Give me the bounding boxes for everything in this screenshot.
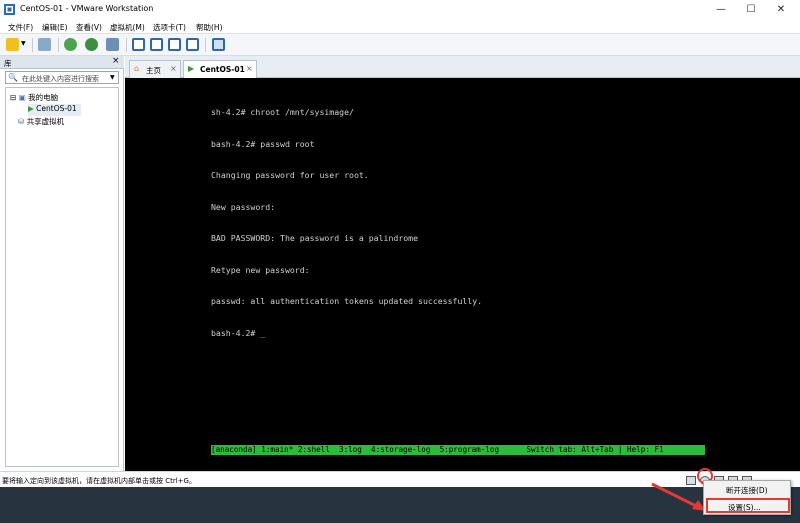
- vm-console[interactable]: sh-4.2# chroot /mnt/sysimage/ bash-4.2# …: [125, 78, 800, 471]
- home-icon: ⌂: [134, 64, 140, 73]
- menu-bar: 文件(F) 编辑(E) 查看(V) 虚拟机(M) 选项卡(T) 帮助(H): [0, 19, 800, 34]
- network-context-menu: 断开连接(D) 设置(S)...: [703, 480, 791, 515]
- snapshot-manager-icon[interactable]: [106, 38, 119, 51]
- settings-menu-item[interactable]: 设置(S)...: [706, 498, 790, 513]
- search-placeholder: 在此处键入内容进行搜索: [22, 75, 99, 83]
- title-bar: CentOS-01 - VMware Workstation — ☐ ✕: [0, 0, 800, 19]
- library-search-input[interactable]: 🔍 在此处键入内容进行搜索 ▼: [5, 71, 119, 84]
- computer-icon: ▣: [18, 93, 26, 102]
- menu-view[interactable]: 查看(V): [76, 22, 102, 33]
- collapse-icon[interactable]: ⊟: [10, 93, 16, 102]
- close-window-button[interactable]: ✕: [766, 0, 796, 19]
- terminal-line: sh-4.2# chroot /mnt/sysimage/: [211, 107, 354, 117]
- send-ctrl-alt-del-icon[interactable]: [38, 38, 51, 51]
- close-tab-icon[interactable]: ×: [246, 64, 253, 73]
- library-close-icon[interactable]: ×: [112, 56, 120, 66]
- disconnect-menu-item[interactable]: 断开连接(D): [706, 483, 790, 498]
- chevron-down-icon[interactable]: ▼: [110, 74, 115, 81]
- terminal-line: bash-4.2# _: [211, 327, 266, 338]
- tree-item-label: 共享虚拟机: [26, 117, 65, 126]
- terminal-output: sh-4.2# chroot /mnt/sysimage/ bash-4.2# …: [211, 86, 482, 359]
- toolbar: ▼: [0, 34, 800, 56]
- library-tree: ⊟ ▣ 我的电脑 ▶ CentOS-01 ⛁ 共享虚拟机: [5, 87, 119, 467]
- tab-bar: ⌂ 主页 × ▶ CentOS-01 ×: [125, 56, 800, 78]
- tree-item-label: CentOS-01: [36, 104, 77, 113]
- terminal-line: Changing password for user root.: [211, 170, 369, 180]
- show-library-icon[interactable]: [132, 38, 145, 51]
- tab-label: CentOS-01: [200, 65, 245, 74]
- status-message: 要将输入定向到该虚拟机，请在虚拟机内部单击或按 Ctrl+G。: [2, 477, 196, 485]
- menu-vm[interactable]: 虚拟机(M): [110, 22, 145, 33]
- library-panel: 库 × 🔍 在此处键入内容进行搜索 ▼ ⊟ ▣ 我的电脑 ▶ CentOS-01…: [0, 56, 124, 471]
- tab-centos[interactable]: ▶ CentOS-01 ×: [183, 60, 257, 78]
- power-dropdown-icon[interactable]: ▼: [21, 40, 26, 47]
- tree-item-my-computer[interactable]: ⊟ ▣ 我的电脑: [10, 92, 58, 104]
- menu-tabs[interactable]: 选项卡(T): [153, 22, 186, 33]
- thumbnail-bar-icon[interactable]: [150, 38, 163, 51]
- console-view-icon[interactable]: [212, 38, 225, 51]
- library-header: 库 ×: [0, 56, 124, 69]
- tmux-status-line: [anaconda] 1:main* 2:shell 3:log 4:stora…: [211, 445, 705, 455]
- terminal-line: bash-4.2# passwd root: [211, 138, 315, 149]
- tree-item-shared-vms[interactable]: ⛁ 共享虚拟机: [18, 116, 64, 128]
- terminal-line: Retype new password:: [211, 264, 310, 275]
- vm-running-icon: ▶: [188, 64, 195, 73]
- shared-vm-icon: ⛁: [18, 117, 25, 126]
- tab-label: 主页: [146, 66, 161, 75]
- terminal-line: New password:: [211, 201, 276, 212]
- power-icon[interactable]: [6, 38, 19, 51]
- terminal-line: BAD PASSWORD: The password is a palindro…: [211, 233, 419, 243]
- tab-home[interactable]: ⌂ 主页 ×: [129, 60, 181, 78]
- library-title: 库: [4, 59, 12, 68]
- snapshot-icon[interactable]: [64, 38, 77, 51]
- unity-icon[interactable]: [186, 38, 199, 51]
- maximize-button[interactable]: ☐: [736, 0, 766, 19]
- search-icon: 🔍: [8, 73, 18, 82]
- vm-running-icon: ▶: [28, 104, 34, 113]
- window-title: CentOS-01 - VMware Workstation: [20, 4, 154, 13]
- revert-snapshot-icon[interactable]: [85, 38, 98, 51]
- tree-item-centos[interactable]: ▶ CentOS-01: [28, 104, 81, 116]
- close-tab-icon[interactable]: ×: [170, 64, 177, 73]
- minimize-button[interactable]: —: [706, 0, 736, 19]
- menu-edit[interactable]: 编辑(E): [42, 22, 68, 33]
- full-screen-icon[interactable]: [168, 38, 181, 51]
- vmware-app-icon: [4, 4, 15, 15]
- terminal-line: passwd: all authentication tokens update…: [211, 296, 483, 306]
- tree-item-label: 我的电脑: [28, 93, 59, 102]
- menu-help[interactable]: 帮助(H): [196, 22, 223, 33]
- menu-file[interactable]: 文件(F): [8, 22, 33, 33]
